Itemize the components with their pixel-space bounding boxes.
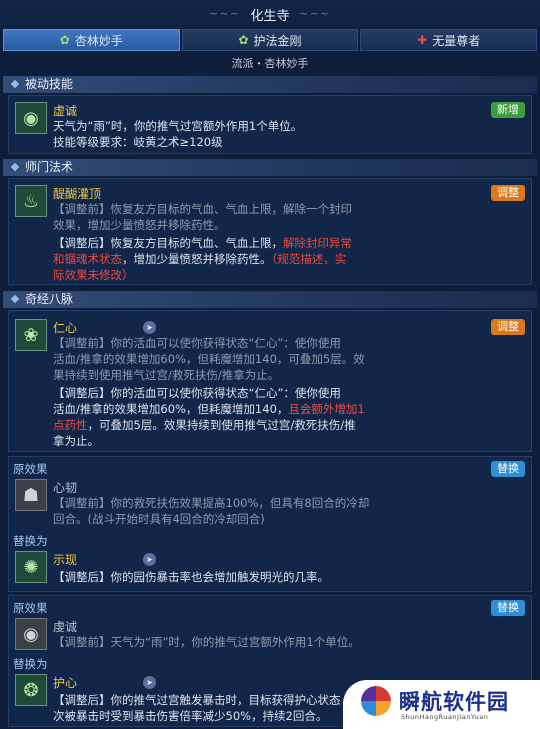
skill-name: 示现	[53, 553, 78, 567]
after-text: 际效果未修改）	[53, 268, 134, 282]
navigate-icon[interactable]: ➤	[143, 553, 156, 566]
before-text: 果持续到使用推气过宫/救死扶伤/推拿为止。	[53, 368, 280, 382]
skill-icon-qiancheng: ◉	[15, 618, 47, 650]
meridian-skill-card: ❀ 仁心 ➤ 调整 【调整前】你的活血可以使你获得状态“仁心”：使你使用 活血/…	[8, 310, 532, 452]
skill-icon-qiancheng: ◉	[15, 102, 47, 134]
adjust-badge: 调整	[491, 319, 525, 335]
original-effect-label: 原效果	[13, 462, 48, 476]
logo-icon	[361, 686, 391, 716]
skill-icon-renxin: ❀	[15, 319, 47, 351]
site-watermark: 瞬航软件园 ShunHangRuanJianYuan	[343, 680, 540, 729]
navigate-icon[interactable]: ➤	[143, 321, 156, 334]
navigate-icon[interactable]: ➤	[143, 676, 156, 689]
replaced-with-label: 替换为	[13, 657, 48, 671]
skill-name: 护心	[53, 676, 78, 690]
tab-label: 杏林妙手	[74, 33, 123, 48]
passive-skill-card: ◉ 虚诚 新增 天气为“雨”时，你的推气过宫额外作用1个单位。 技能等级要求：岐…	[8, 95, 532, 154]
replace-badge: 替换	[491, 461, 525, 477]
skill-name: 仁心	[53, 321, 78, 335]
replace-badge: 替换	[491, 600, 525, 616]
section-meridian: 奇经八脉	[3, 291, 537, 308]
leaf-icon: ✿	[59, 33, 70, 47]
window-title-bar: ~~~ 化生寺 ~~~	[0, 0, 540, 28]
skill-name: 虔诚	[53, 620, 78, 634]
title-ornament-left: ~~~	[209, 8, 241, 20]
original-text: 【调整前】你的救死扶伤效果提高100%，但具有8回合的冷却	[53, 496, 370, 510]
section-school: 师门法术	[3, 159, 537, 176]
replace-card-1: 原效果 替换 ☗ 心韧 【调整前】你的救死扶伤效果提高100%，但具有8回合的冷…	[8, 456, 532, 592]
after-text: 【调整后】你的活血可以使你获得状态“仁心”：使你使用	[53, 386, 341, 400]
before-text: 【调整前】恢复友方目标的气血、气血上限，解除一个封印	[53, 202, 352, 216]
after-text: 【调整后】恢复友方目标的气血、气血上限，解除封印异常	[53, 236, 352, 250]
original-text: 回合。(战斗开始时具有4回合的冷却回合)	[53, 512, 265, 526]
original-effect-label: 原效果	[13, 601, 48, 615]
before-text: 效果，增加少量愤怒并移除药性。	[53, 218, 226, 232]
school-skill-card: ♨ 醍醐灌顶 调整 【调整前】恢复友方目标的气血、气血上限，解除一个封印 效果，…	[8, 178, 532, 285]
section-passive: 被动技能	[3, 76, 537, 93]
skill-name: 醍醐灌顶	[53, 187, 102, 201]
after-text: 点药性，可叠加5层。效果持续到使用推气过宫/救死扶伤/推	[53, 418, 356, 432]
after-text: 活血/推拿的效果增加60%，但耗魔增加140，且会额外增加1	[53, 402, 365, 416]
leaf-icon: ✿	[238, 33, 249, 47]
tab-label: 护法金刚	[253, 33, 302, 48]
after-text: 【调整后】你的园伤暴击率也会增加触发明光的几率。	[53, 570, 329, 584]
skill-icon-xinren: ☗	[15, 479, 47, 511]
before-text: 【调整前】你的活血可以使你获得状态“仁心”：使你使用	[53, 336, 341, 350]
before-text: 活血/推拿的效果增加60%，但耗魔增加140，可叠加5层。效	[53, 352, 365, 366]
adjust-badge: 调整	[491, 185, 525, 201]
watermark-subtitle: ShunHangRuanJianYuan	[401, 713, 489, 721]
new-badge: 新增	[491, 102, 525, 118]
replaced-with-label: 替换为	[13, 534, 48, 548]
skill-name: 心韧	[53, 481, 78, 495]
after-text: 拿为止。	[53, 434, 99, 448]
tab-hufa[interactable]: ✿ 护法金刚	[181, 29, 359, 51]
skill-icon-tihu: ♨	[15, 185, 47, 217]
tab-wuliang[interactable]: ✚ 无量尊者	[360, 29, 538, 51]
skill-icon-huxin: ❂	[15, 674, 47, 706]
skill-name: 虚诚	[53, 104, 78, 118]
school-tabs: ✿ 杏林妙手 ✿ 护法金刚 ✚ 无量尊者	[3, 29, 538, 51]
skill-requirement: 技能等级要求：岐黄之术≥120级	[53, 135, 223, 149]
title-ornament-right: ~~~	[299, 8, 331, 20]
tab-xinglin[interactable]: ✿ 杏林妙手	[3, 29, 180, 51]
skill-icon-shixian: ✺	[15, 551, 47, 583]
skill-desc: 天气为“雨”时，你的推气过宫额外作用1个单位。	[53, 119, 303, 133]
tab-label: 无量尊者	[432, 33, 481, 48]
page-title: 化生寺	[250, 8, 290, 24]
watermark-title: 瞬航软件园	[399, 690, 509, 714]
cross-icon: ✚	[417, 33, 428, 47]
original-text: 【调整前】天气为“雨”时，你的推气过宫额外作用1个单位。	[53, 635, 360, 649]
school-subtitle: 流派・杏林妙手	[231, 57, 309, 70]
after-text: 和锢魂术状态，增加少量愤怒并移除药性。（规范描述，实	[53, 252, 347, 266]
